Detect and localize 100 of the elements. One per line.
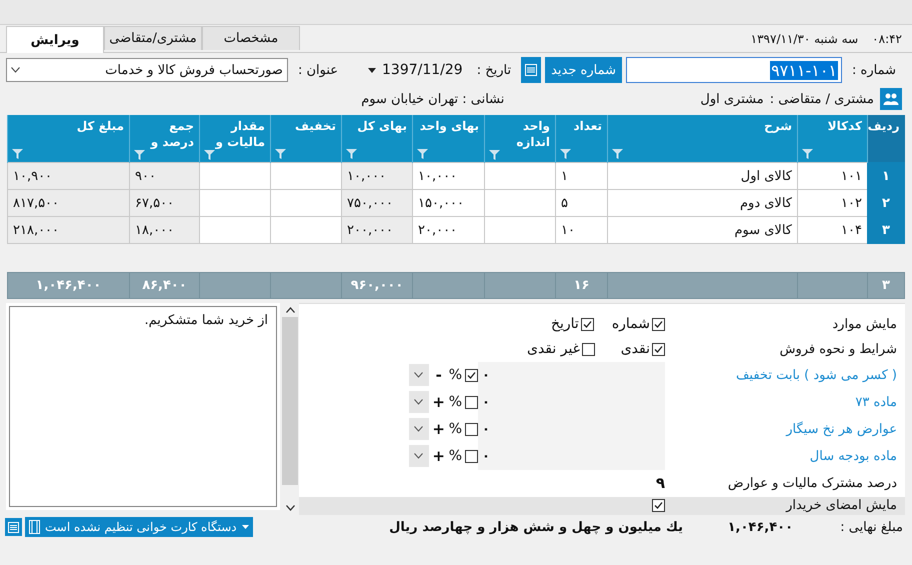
dropdown-button[interactable] [408,391,429,414]
setting-label: درصد مشترک مالیات و عوارض [726,476,898,491]
tab[interactable]: مشخصات [202,26,300,50]
filter-icon [417,149,428,159]
checkbox[interactable] [465,368,478,382]
filter-icon [346,149,357,159]
percent-label: % [448,421,462,438]
table-cell: ۱۰۴ [798,216,868,244]
total-cell: ۱۶ [556,272,608,298]
total-label: مبلغ نهایی : [839,520,903,534]
customer-name: مشتری اول [700,92,764,106]
sign-toggle[interactable]: + [432,393,446,412]
dropdown-button[interactable] [408,364,429,386]
setting-link[interactable]: ( کسر می شود ) بابت تخفیف [665,368,905,383]
chevron-down-icon [286,505,294,511]
checkbox[interactable] [465,396,478,409]
checkbox[interactable] [652,499,665,512]
table-cell: ۶۷,۵۰۰ [130,190,200,216]
setting-label: شرایط و نحوه فروش [778,342,898,357]
table-cell: ۸۱۷,۵۰۰ [8,190,130,216]
checkbox[interactable] [465,450,478,463]
column-header[interactable]: مقدار مالیات و [200,115,270,162]
settings-button[interactable] [5,518,22,536]
filter-icon [12,149,23,159]
row-number: ۱ [868,162,904,190]
field-label: شماره : [852,62,896,78]
setting-link[interactable]: عوارض هر نخ سیگار [665,422,905,437]
checkbox-label: تاریخ [550,316,579,332]
setting-link[interactable]: ماده ۷۳ [665,394,905,410]
table-cell: ۱۰,۰۰۰ [342,162,412,190]
percent-label: % [448,448,462,464]
checkbox[interactable] [652,318,665,331]
people-icon [883,92,899,106]
table-cell: ۹۰۰ [130,162,200,190]
address-text: نشانی : تهران خیابان سوم [361,92,504,106]
chevron-down-icon [414,426,424,432]
table-cell: ۱۸,۰۰۰ [130,216,200,244]
tab[interactable]: ویرایش [6,26,104,53]
options-button[interactable] [521,57,542,83]
sign-toggle[interactable]: + [432,447,446,466]
column-header[interactable]: تعداد [556,115,608,162]
table-cell: ۵ [556,190,608,216]
tab[interactable]: مشتری/متقاضی [104,26,202,50]
checkbox[interactable] [580,318,594,331]
total-cell: ۳ [868,272,904,298]
table-cell: ۷۵۰,۰۰۰ [342,190,412,216]
column-header[interactable]: تخفیف [270,115,342,162]
setting-link[interactable]: ماده بودجه سال [665,448,905,464]
date-text: سه شنبه ۱۳۹۷/۱۱/۳۰ [750,32,858,46]
percent-label: % [448,394,462,410]
amount-in-words: یك میلیون و چهل و شش هزار و چهارصد ریال [388,520,683,534]
sign-toggle[interactable]: + [432,420,446,438]
percent-label: % [448,367,462,384]
table-cell: ۲۰۰,۰۰۰ [342,216,412,244]
dropdown-button[interactable] [408,418,429,440]
note-field[interactable]: از خرید شما متشکریم. [9,306,277,507]
column-header[interactable]: کدکالا [798,115,868,162]
column-header[interactable]: جمع درصد و [130,115,200,162]
field-label: تاریخ : [476,62,512,78]
number-field[interactable]: ۹ [641,470,665,497]
table-cell: ۱ [556,162,608,190]
customer-button[interactable] [880,88,902,110]
filter-icon [134,150,145,160]
number-field[interactable]: ۰ [478,442,665,470]
table-cell: ۱۰,۹۰۰ [8,162,130,190]
checkbox[interactable] [582,342,595,356]
number-field[interactable]: ۰ [478,416,665,443]
table-cell: ۱۰ [556,216,608,244]
column-header[interactable]: مبلغ کل [8,115,130,162]
field-label: مشتری / متقاضی : [770,92,874,106]
check-icon [653,344,664,355]
date-field[interactable]: 1397/11/29 [364,62,467,78]
checkbox-label: نقدی [620,341,650,358]
checkbox[interactable] [652,342,665,356]
number-field[interactable]: ۰ [478,362,665,389]
dropdown-button[interactable] [408,445,429,468]
card-reader-dropdown[interactable]: دستگاه کارت خوانی تنظیم نشده است [25,517,253,537]
table-cell: ۱۰,۰۰۰ [412,162,484,190]
checkbox[interactable] [465,422,478,436]
number-field[interactable]: ۹۷۱۱-۱۰۱ [626,57,842,83]
row-number-header: ردیف [868,115,904,162]
column-header[interactable]: بهای واحد [412,115,484,162]
table-cell: کالای سوم [608,216,798,244]
scrollbar-thumb[interactable] [282,317,298,485]
checkbox-label: شماره [612,316,650,332]
table-cell: کالای دوم [608,190,798,216]
number-field[interactable]: ۰ [478,388,665,416]
row-number: ۳ [868,216,904,244]
table-cell: ۱۰۱ [798,162,868,190]
sign-toggle[interactable]: - [432,366,446,384]
table-cell: ۱۵۰,۰۰۰ [412,190,484,216]
new-number-button[interactable]: شماره جدید [545,57,622,83]
caret-icon [242,525,249,529]
column-header[interactable]: شرح [608,115,798,162]
filter-icon [802,149,813,159]
title-dropdown[interactable]: صورتحساب فروش کالا و خدمات [6,58,288,82]
table-cell: ۱۰۲ [798,190,868,216]
column-header[interactable]: واحد اندازه [484,115,556,162]
check-icon [653,318,664,330]
column-header[interactable]: بهای کل [342,115,412,162]
